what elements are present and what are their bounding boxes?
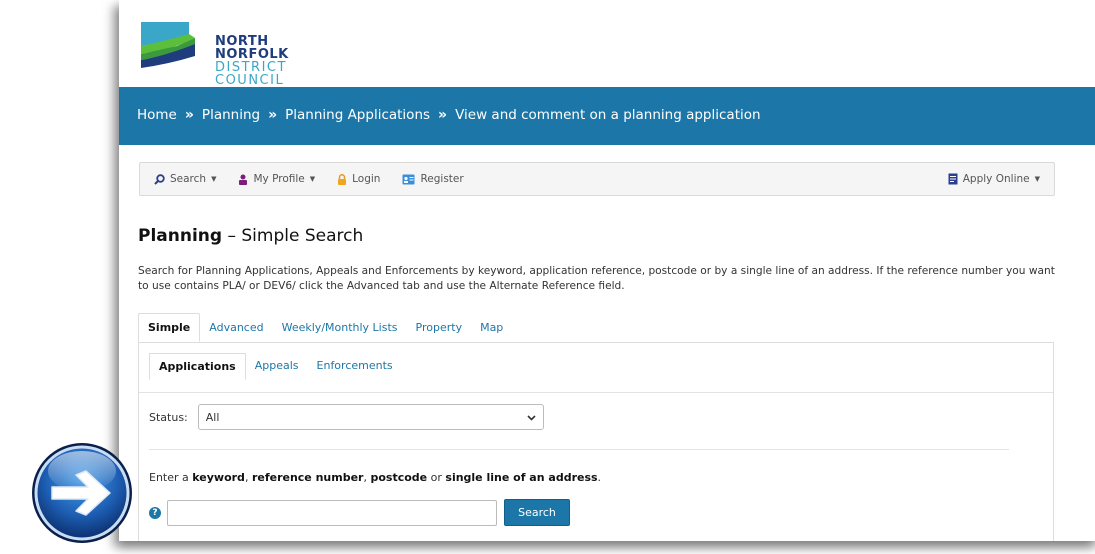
status-row: Status: All: [149, 404, 544, 430]
tab-property[interactable]: Property: [407, 314, 472, 341]
next-arrow-button[interactable]: [30, 431, 134, 554]
status-selected-value: All: [205, 410, 220, 424]
toolbar-profile-menu[interactable]: My Profile ▼: [238, 173, 315, 185]
breadcrumb-separator-icon: »: [438, 107, 448, 123]
breadcrumb-planning-applications[interactable]: Planning Applications: [285, 107, 430, 123]
status-label: Status:: [149, 410, 188, 424]
tab-simple[interactable]: Simple: [138, 312, 201, 342]
search-row: ? Search: [149, 499, 570, 526]
breadcrumb-bar: Home » Planning » Planning Applications …: [119, 87, 1095, 145]
toolbar-register-label: Register: [420, 173, 464, 185]
toolbar-apply-online-label: Apply Online: [962, 173, 1030, 185]
help-icon[interactable]: ?: [149, 506, 161, 519]
council-logo[interactable]: NORTH NORFOLK DISTRICT COUNCIL: [139, 16, 299, 87]
hint-reference-number: reference number: [251, 471, 364, 484]
hint-prefix: Enter a: [149, 471, 193, 484]
hint-postcode: postcode: [370, 471, 428, 484]
breadcrumb-separator-icon: »: [184, 107, 194, 123]
page-title: Planning – Simple Search: [138, 226, 363, 246]
toolbar-login-link[interactable]: Login: [337, 173, 380, 185]
logo-emblem-icon: [141, 22, 195, 68]
toolbar-profile-label: My Profile: [253, 173, 305, 185]
page-title-rest: – Simple Search: [222, 226, 364, 246]
breadcrumb-separator-icon: »: [268, 107, 278, 123]
logo-line-4: COUNCIL: [215, 73, 285, 88]
arrow-right-icon: [32, 443, 132, 543]
hint-sep-1: ,: [244, 471, 252, 484]
hint-keyword: keyword: [192, 471, 245, 484]
browser-page: NORTH NORFOLK DISTRICT COUNCIL Home » Pl…: [119, 0, 1095, 541]
toolbar-search-label: Search: [170, 173, 207, 185]
search-subtabs: Applications Appeals Enforcements: [149, 353, 402, 380]
divider: [149, 449, 1009, 450]
user-icon: [238, 174, 248, 185]
breadcrumb: Home » Planning » Planning Applications …: [137, 107, 761, 123]
logo-wordmark: NORTH NORFOLK DISTRICT COUNCIL: [215, 35, 289, 87]
breadcrumb-home[interactable]: Home: [137, 107, 177, 123]
hint-suffix: .: [597, 471, 602, 484]
breadcrumb-current: View and comment on a planning applicati…: [455, 107, 761, 123]
hint-sep-3: or: [427, 471, 446, 484]
caret-down-icon: ▼: [211, 175, 217, 183]
tab-map[interactable]: Map: [471, 314, 512, 341]
navigation-toolbar: Search ▼ My Profile ▼ Login Register App…: [139, 162, 1055, 196]
toolbar-register-link[interactable]: Register: [402, 173, 464, 185]
tab-advanced[interactable]: Advanced: [200, 314, 272, 341]
search-button[interactable]: Search: [504, 499, 570, 526]
caret-down-icon: ▼: [1034, 175, 1040, 183]
register-card-icon: [402, 174, 415, 185]
subtab-enforcements[interactable]: Enforcements: [308, 353, 402, 380]
hint-address: single line of an address: [445, 471, 598, 484]
search-hint: Enter a keyword, reference number, postc…: [149, 471, 601, 484]
status-select[interactable]: All: [197, 404, 544, 430]
subtab-applications[interactable]: Applications: [149, 353, 246, 380]
search-tabs: Simple Advanced Weekly/Monthly Lists Pro…: [138, 312, 1054, 342]
subtab-appeals[interactable]: Appeals: [246, 353, 308, 380]
tab-weekly-monthly-lists[interactable]: Weekly/Monthly Lists: [273, 314, 407, 341]
toolbar-apply-online-menu[interactable]: Apply Online ▼: [948, 173, 1040, 185]
breadcrumb-planning[interactable]: Planning: [202, 107, 260, 123]
toolbar-search-menu[interactable]: Search ▼: [154, 173, 216, 185]
search-icon: [154, 173, 165, 185]
toolbar-login-label: Login: [352, 173, 381, 185]
search-input[interactable]: [167, 499, 497, 526]
page-title-bold: Planning: [138, 226, 223, 246]
lock-icon: [337, 173, 347, 185]
divider: [139, 392, 1053, 393]
caret-down-icon: ▼: [309, 175, 316, 183]
simple-search-panel: Applications Appeals Enforcements Status…: [138, 342, 1054, 541]
document-icon: [948, 173, 958, 185]
intro-text: Search for Planning Applications, Appeal…: [138, 265, 1055, 292]
chevron-down-icon: [527, 412, 536, 425]
